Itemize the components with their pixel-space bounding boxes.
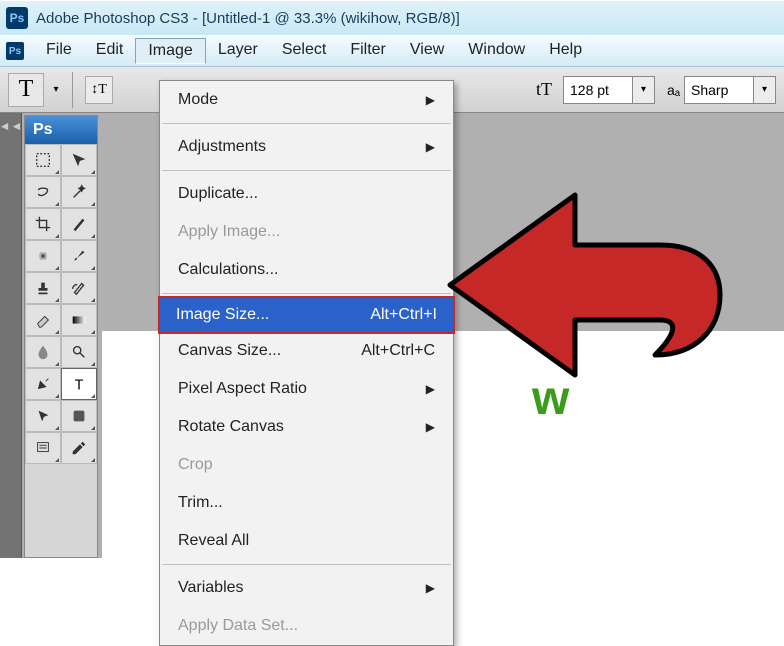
menu-item-label: Mode [178,91,218,109]
font-size-icon: tT [529,75,559,105]
menu-item-mode[interactable]: Mode ▶ [160,81,453,119]
submenu-arrow-icon: ▶ [426,140,435,154]
menu-item-label: Trim... [178,494,223,512]
menu-item-label: Apply Image... [178,223,280,241]
tool-marquee[interactable] [25,144,61,176]
tool-type[interactable]: T [61,368,97,400]
tool-gradient[interactable] [61,304,97,336]
menu-item-crop: Crop [160,446,453,484]
menu-item-label: Rotate Canvas [178,418,284,436]
type-tool-preset-button[interactable]: T [8,73,44,107]
menu-image[interactable]: Image [135,38,205,64]
document-text: w [532,371,569,426]
menu-edit[interactable]: Edit [84,38,136,64]
submenu-arrow-icon: ▶ [426,420,435,434]
menu-item-image-size[interactable]: Image Size... Alt+Ctrl+I [158,296,455,334]
antialias-select[interactable]: Sharp [684,76,754,104]
tool-pen[interactable] [25,368,61,400]
menu-item-label: Crop [178,456,213,474]
menu-select[interactable]: Select [270,38,338,64]
menu-item-label: Apply Data Set... [178,617,298,635]
tool-stamp[interactable] [25,272,61,304]
menu-item-label: Calculations... [178,261,279,279]
menu-item-label: Duplicate... [178,185,258,203]
tool-slice[interactable] [61,208,97,240]
divider [72,72,73,108]
menu-file[interactable]: File [34,38,84,64]
menu-item-canvas-size[interactable]: Canvas Size... Alt+Ctrl+C [160,332,453,370]
menu-item-shortcut: Alt+Ctrl+C [361,342,435,360]
titlebar: Ps Adobe Photoshop CS3 - [Untitled-1 @ 3… [0,0,784,35]
menu-help[interactable]: Help [537,38,594,64]
panel-collapse-tab[interactable]: ◄◄ [0,113,22,558]
tool-heal[interactable] [25,240,61,272]
antialias-dropdown[interactable]: ▾ [754,76,776,104]
antialias-label: aₐ [667,82,680,98]
text-orientation-button[interactable]: ↕T [85,76,113,104]
submenu-arrow-icon: ▶ [426,93,435,107]
svg-text:T: T [75,377,84,393]
tool-wand[interactable] [61,176,97,208]
menu-item-trim[interactable]: Trim... [160,484,453,522]
tool-eyedropper[interactable] [61,432,97,464]
menu-item-shortcut: Alt+Ctrl+I [370,306,437,324]
photoshop-small-icon[interactable]: Ps [6,42,24,60]
menu-item-apply-image: Apply Image... [160,213,453,251]
menu-item-variables[interactable]: Variables ▶ [160,569,453,607]
tool-brush[interactable] [61,240,97,272]
font-size-input[interactable] [563,76,633,104]
menu-view[interactable]: View [398,38,456,64]
menu-item-label: Reveal All [178,532,249,550]
menu-item-label: Adjustments [178,138,266,156]
menu-item-reveal-all[interactable]: Reveal All [160,522,453,560]
menu-item-adjustments[interactable]: Adjustments ▶ [160,128,453,166]
tool-blur[interactable] [25,336,61,368]
submenu-arrow-icon: ▶ [426,581,435,595]
window-title: Adobe Photoshop CS3 - [Untitled-1 @ 33.3… [36,10,460,27]
menu-item-apply-data-set: Apply Data Set... [160,607,453,645]
tool-path-select[interactable] [25,400,61,432]
tool-dodge[interactable] [61,336,97,368]
chevron-left-icon: ◄◄ [0,119,22,133]
menu-item-label: Image Size... [176,306,269,324]
menu-item-label: Canvas Size... [178,342,281,360]
font-size-dropdown[interactable]: ▾ [633,76,655,104]
menu-item-pixel-aspect-ratio[interactable]: Pixel Aspect Ratio ▶ [160,370,453,408]
menu-item-label: Pixel Aspect Ratio [178,380,307,398]
menu-filter[interactable]: Filter [338,38,398,64]
toolbox: Ps T [24,115,98,558]
tool-shape[interactable] [61,400,97,432]
tool-history-brush[interactable] [61,272,97,304]
menu-item-duplicate[interactable]: Duplicate... [160,175,453,213]
menu-item-calculations[interactable]: Calculations... [160,251,453,289]
tool-move[interactable] [61,144,97,176]
menu-separator [162,170,451,171]
menu-item-label: Variables [178,579,244,597]
menu-separator [162,564,451,565]
tool-notes[interactable] [25,432,61,464]
toolbox-header: Ps [25,116,97,144]
photoshop-logo-icon: Ps [6,7,28,29]
image-menu-dropdown: Mode ▶ Adjustments ▶ Duplicate... Apply Image… [159,80,454,646]
type-tool-preset-dropdown[interactable]: ▾ [48,73,64,107]
tool-crop[interactable] [25,208,61,240]
menu-layer[interactable]: Layer [206,38,270,64]
tool-eraser[interactable] [25,304,61,336]
tool-lasso[interactable] [25,176,61,208]
menubar: Ps FileEditImageLayerSelectFilterViewWin… [0,35,784,67]
menu-window[interactable]: Window [456,38,537,64]
menu-item-rotate-canvas[interactable]: Rotate Canvas ▶ [160,408,453,446]
menu-separator [162,123,451,124]
menu-separator [162,293,451,294]
submenu-arrow-icon: ▶ [426,382,435,396]
